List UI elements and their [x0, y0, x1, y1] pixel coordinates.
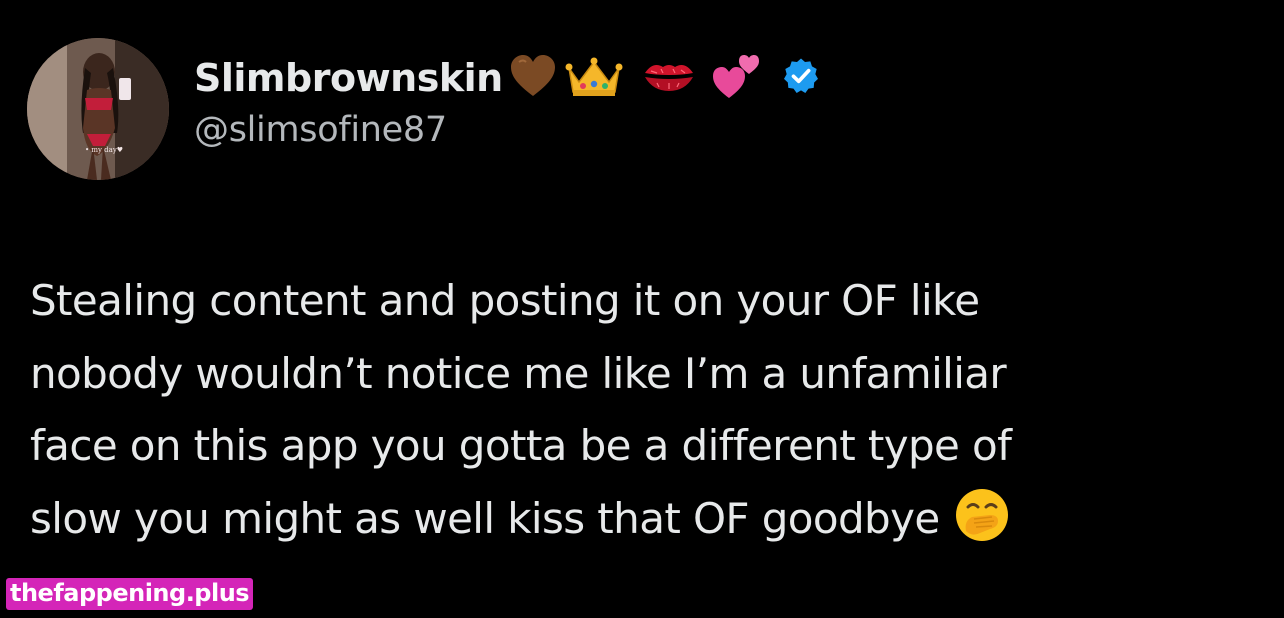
crown-icon [565, 54, 623, 102]
verified-badge-icon [781, 56, 821, 100]
kiss-mark-icon [643, 59, 695, 97]
avatar-photo [27, 38, 169, 180]
avatar[interactable]: • my day♥ [27, 38, 169, 180]
tweet-line-text: slow you might as well kiss that OF good… [30, 493, 940, 543]
tweet-line-last: slow you might as well kiss that OF good… [30, 483, 1250, 566]
two-hearts-icon [711, 52, 763, 104]
name-row: Slimbrownskin [194, 50, 821, 106]
tweet-line: Stealing content and posting it on your … [30, 276, 980, 325]
avatar-caption: • my day♥ [85, 146, 124, 154]
tweet-screenshot: • my day♥ Slimbrownskin @slimsofine87 St… [0, 0, 1284, 618]
tweet-header: Slimbrownskin @slimsofine87 [194, 50, 821, 150]
watermark: thefappening.plus [6, 578, 254, 610]
brown-heart-icon [509, 54, 557, 102]
tweet-text: Stealing content and posting it on your … [30, 265, 1250, 565]
hand-over-mouth-icon [954, 487, 1010, 566]
display-name[interactable]: Slimbrownskin [194, 56, 503, 100]
tweet-line: nobody wouldn’t notice me like I’m a unf… [30, 348, 1007, 398]
tweet-line: face on this app you gotta be a differen… [30, 421, 1012, 470]
user-handle[interactable]: @slimsofine87 [194, 110, 821, 150]
